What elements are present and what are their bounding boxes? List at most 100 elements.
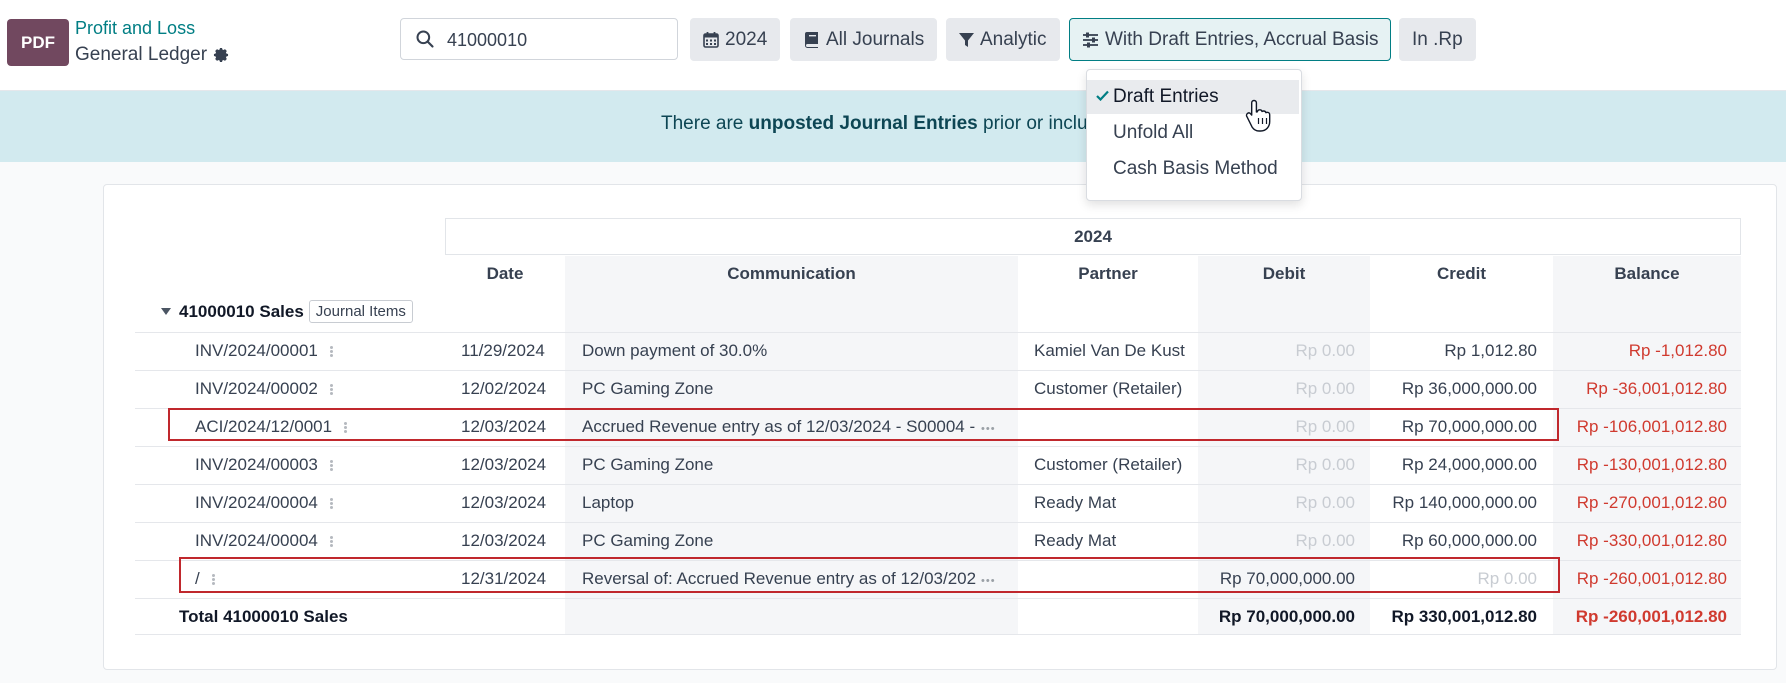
row-date: 12/31/2024 [461, 569, 547, 588]
row-balance: Rp -1,012.80 [1628, 341, 1727, 360]
period-filter-label: 2024 [725, 28, 768, 50]
column-header-credit[interactable]: Credit [1370, 264, 1553, 284]
row-credit: Rp 1,012.80 [1444, 341, 1537, 360]
search-input[interactable] [445, 25, 669, 55]
row-date: 12/03/2024 [461, 531, 547, 550]
row-date: 12/03/2024 [461, 493, 547, 512]
funnel-icon [959, 32, 974, 47]
period-filter-button[interactable]: 2024 [690, 18, 781, 61]
row-date: 12/02/2024 [461, 379, 547, 398]
vertical-dots-icon[interactable] [329, 497, 333, 510]
row-partner: Ready Mat [1034, 493, 1117, 512]
total-divider [135, 634, 1741, 635]
row-communication: Reversal of: Accrued Revenue entry as of… [582, 569, 977, 588]
row-balance: Rp -130,001,012.80 [1576, 455, 1727, 474]
options-dropdown-menu: Draft Entries Unfold All Cash Basis Meth… [1086, 69, 1302, 201]
breadcrumb-parent[interactable]: Profit and Loss [75, 18, 195, 39]
row-debit: Rp 0.00 [1295, 455, 1355, 474]
check-icon [1096, 90, 1109, 101]
table-row[interactable]: / 12/31/2024 Reversal of: Accrued Revenu… [135, 561, 1741, 598]
table-row[interactable]: INV/2024/00004 12/03/2024 PC Gaming Zone… [135, 523, 1741, 560]
options-filter-button[interactable]: With Draft Entries, Accrual Basis [1069, 18, 1392, 61]
row-date: 12/03/2024 [461, 417, 547, 436]
account-group-title: 41000010 Sales [179, 301, 304, 321]
row-debit: Rp 0.00 [1295, 531, 1355, 550]
row-balance: Rp -330,001,012.80 [1576, 531, 1727, 550]
row-communication: PC Gaming Zone [582, 455, 714, 474]
currency-filter-label: In .Rp [1412, 28, 1463, 50]
unposted-entries-link[interactable]: unposted Journal Entries [749, 113, 978, 134]
row-reference[interactable]: INV/2024/00004 [195, 493, 333, 513]
row-communication: Down payment of 30.0% [582, 341, 768, 360]
table-row[interactable]: INV/2024/00002 12/02/2024 PC Gaming Zone… [135, 371, 1741, 408]
vertical-dots-icon[interactable] [329, 345, 333, 358]
row-balance: Rp -106,001,012.80 [1576, 417, 1727, 436]
options-filter-label: With Draft Entries, Accrual Basis [1105, 28, 1379, 50]
row-debit: Rp 70,000,000.00 [1219, 569, 1355, 588]
row-debit: Rp 0.00 [1295, 417, 1355, 436]
row-partner: Ready Mat [1034, 531, 1117, 550]
ellipsis-icon[interactable]: ••• [981, 575, 996, 587]
book-icon [805, 32, 818, 48]
row-debit: Rp 0.00 [1295, 341, 1355, 360]
row-balance: Rp -270,001,012.80 [1576, 493, 1727, 512]
row-partner: Customer (Retailer) [1034, 379, 1183, 398]
total-credit: Rp 330,001,012.80 [1391, 607, 1537, 626]
vertical-dots-icon[interactable] [329, 383, 333, 396]
analytic-filter-label: Analytic [980, 28, 1047, 50]
row-reference[interactable]: INV/2024/00002 [195, 379, 333, 399]
row-communication: Accrued Revenue entry as of 12/03/2024 -… [582, 417, 976, 436]
vertical-dots-icon[interactable] [211, 573, 215, 586]
table-row[interactable]: INV/2024/00004 12/03/2024 Laptop Ready M… [135, 485, 1741, 522]
analytic-filter-button[interactable]: Analytic [946, 18, 1060, 61]
caret-down-icon[interactable] [161, 308, 171, 315]
row-balance: Rp -260,001,012.80 [1576, 569, 1727, 588]
row-reference[interactable]: / [195, 569, 215, 589]
total-debit: Rp 70,000,000.00 [1218, 607, 1355, 626]
row-balance: Rp -36,001,012.80 [1586, 379, 1727, 398]
column-header-partner[interactable]: Partner [1018, 264, 1198, 284]
row-credit: Rp 60,000,000.00 [1401, 531, 1537, 550]
hand-cursor-icon [1245, 99, 1271, 132]
row-communication: PC Gaming Zone [582, 531, 714, 550]
banner-text: There are unposted Journal Entries prior… [661, 113, 1109, 134]
dropdown-item-cash-basis[interactable]: Cash Basis Method [1087, 152, 1299, 186]
table-row[interactable]: ACI/2024/12/0001 12/03/2024 Accrued Reve… [135, 409, 1741, 446]
row-credit: Rp 36,000,000.00 [1401, 379, 1537, 398]
row-partner: Kamiel Van De Kust [1034, 341, 1185, 360]
table-row[interactable]: INV/2024/00003 12/03/2024 PC Gaming Zone… [135, 447, 1741, 484]
row-reference[interactable]: INV/2024/00004 [195, 531, 333, 551]
account-group-row[interactable]: 41000010 Sales Journal Items [135, 300, 413, 323]
period-column-header: 2024 [445, 218, 1741, 255]
row-date: 11/29/2024 [461, 341, 545, 360]
column-header-date[interactable]: Date [445, 264, 565, 284]
currency-filter-button[interactable]: In .Rp [1399, 18, 1476, 61]
breadcrumb-current: General Ledger [75, 44, 208, 65]
row-debit: Rp 0.00 [1295, 379, 1355, 398]
row-reference[interactable]: INV/2024/00003 [195, 455, 333, 475]
column-header-debit[interactable]: Debit [1198, 264, 1370, 284]
row-communication: PC Gaming Zone [582, 379, 714, 398]
row-reference[interactable]: ACI/2024/12/0001 [195, 417, 348, 437]
column-header-communication[interactable]: Communication [565, 264, 1018, 284]
unposted-warning-banner: There are unposted Journal Entries prior… [0, 91, 1786, 162]
row-credit: Rp 0.00 [1477, 569, 1537, 588]
row-reference[interactable]: INV/2024/00001 [195, 341, 333, 361]
vertical-dots-icon[interactable] [329, 459, 333, 472]
journal-items-button[interactable]: Journal Items [308, 300, 413, 323]
total-label: Total 41000010 Sales [179, 607, 348, 626]
row-partner: Customer (Retailer) [1034, 455, 1183, 474]
table-row[interactable]: INV/2024/00001 11/29/2024 Down payment o… [135, 333, 1741, 370]
search-icon [416, 30, 434, 48]
control-panel: PDF Profit and Loss General Ledger 2024 … [0, 0, 1786, 91]
vertical-dots-icon[interactable] [344, 421, 348, 434]
pdf-button[interactable]: PDF [7, 19, 69, 66]
vertical-dots-icon[interactable] [329, 535, 333, 548]
row-date: 12/03/2024 [461, 455, 547, 474]
gear-icon[interactable] [212, 46, 230, 64]
column-header-balance[interactable]: Balance [1553, 264, 1741, 284]
ellipsis-icon[interactable]: ••• [981, 423, 996, 435]
journals-filter-button[interactable]: All Journals [790, 18, 938, 61]
search-bar[interactable] [400, 18, 678, 60]
row-debit: Rp 0.00 [1295, 493, 1355, 512]
